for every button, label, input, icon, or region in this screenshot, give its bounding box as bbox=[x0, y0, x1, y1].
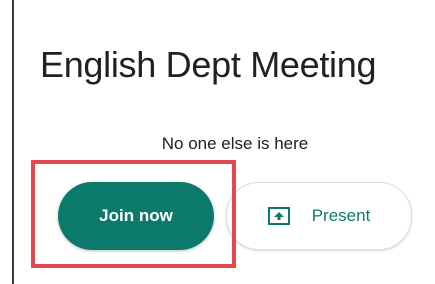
meeting-title: English Dept Meeting bbox=[40, 44, 377, 85]
present-label: Present bbox=[311, 206, 371, 225]
present-screen-icon bbox=[267, 207, 290, 225]
present-button[interactable]: Present bbox=[226, 182, 412, 250]
join-highlight-box bbox=[31, 160, 236, 268]
participants-status: No one else is here bbox=[161, 134, 309, 153]
meeting-ready-panel: English Dept Meeting No one else is here… bbox=[0, 0, 435, 284]
